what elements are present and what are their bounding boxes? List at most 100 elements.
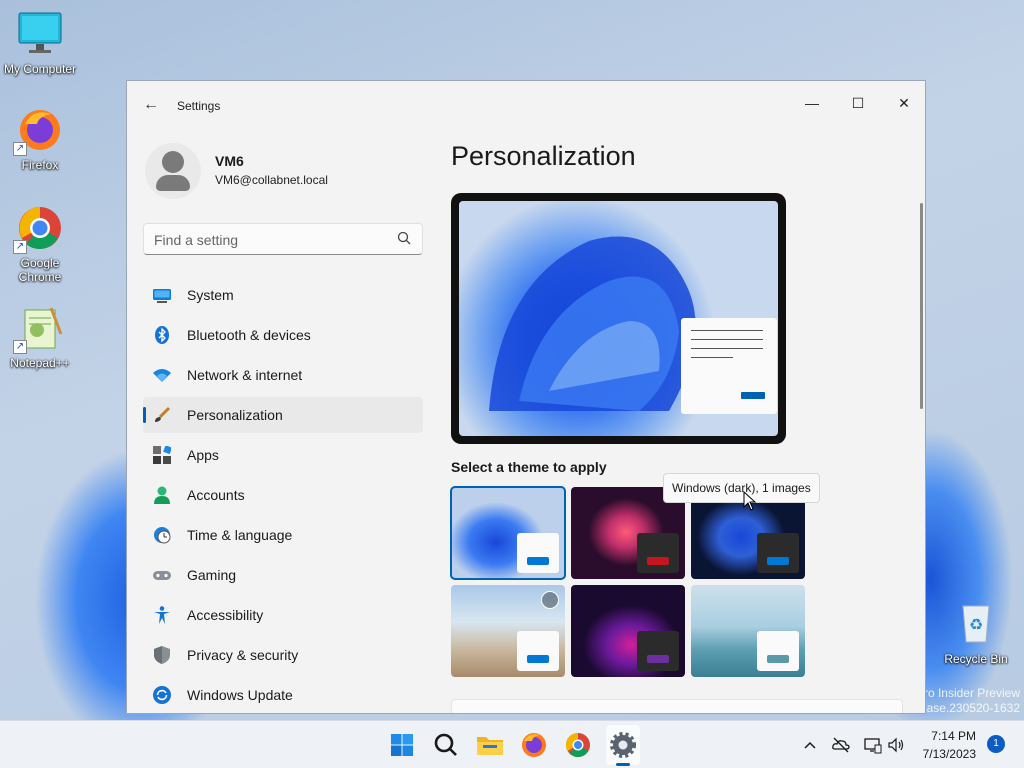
back-arrow-icon[interactable]: ← (141, 95, 161, 115)
theme-mini-window (517, 533, 559, 573)
preview-text-line (691, 348, 763, 349)
sidebar-item-label: Bluetooth & devices (187, 327, 311, 343)
slideshow-icon (541, 591, 559, 609)
clock-time[interactable]: 7:14 PM (931, 729, 976, 743)
brush-icon (155, 406, 171, 422)
theme-accent-swatch (527, 655, 549, 663)
search-icon[interactable] (396, 230, 412, 246)
close-button[interactable]: ✕ (881, 87, 925, 119)
notepadpp-icon: ↗ (13, 304, 65, 354)
theme-captured-motion[interactable] (451, 585, 565, 677)
desktop-icon-label: My Computer (3, 62, 77, 76)
sidebar-item-label: Apps (187, 447, 219, 463)
firefox-icon[interactable] (518, 729, 550, 761)
settings-card[interactable] (451, 699, 903, 713)
theme-tooltip: Windows (dark), 1 images (663, 473, 820, 503)
show-hidden-icons-icon[interactable] (800, 735, 820, 755)
profile-email: VM6@collabnet.local (215, 173, 328, 187)
preview-text-line (691, 357, 733, 358)
os-watermark-line-2: ease.230520-1632 (919, 701, 1020, 715)
sidebar-item-system[interactable]: System (143, 277, 423, 313)
globe-clock-icon (154, 527, 171, 544)
themes-grid (450, 486, 811, 683)
shortcut-arrow-icon: ↗ (13, 240, 27, 254)
desktop-icon-notepadpp[interactable]: ↗ Notepad++ (0, 304, 80, 370)
sidebar-item-privacy[interactable]: Privacy & security (143, 637, 423, 673)
desktop-icon-label: Google Chrome (18, 256, 62, 284)
sidebar-item-network[interactable]: Network & internet (143, 357, 423, 393)
mouse-cursor-icon (743, 491, 757, 511)
theme-accent-swatch (767, 557, 789, 565)
theme-mini-window (637, 631, 679, 671)
sidebar-item-time-language[interactable]: Time & language (143, 517, 423, 553)
search-box[interactable] (143, 223, 423, 255)
clock-date[interactable]: 7/13/2023 (923, 747, 976, 761)
notification-badge[interactable]: 1 (987, 735, 1005, 753)
os-watermark-line-1: ro Insider Preview (923, 686, 1020, 700)
file-explorer-icon[interactable] (474, 729, 506, 761)
sidebar-item-label: System (187, 287, 234, 303)
bluetooth-icon (155, 326, 169, 344)
svg-text:♻: ♻ (969, 617, 983, 634)
search-input[interactable] (154, 230, 384, 250)
themes-heading: Select a theme to apply (451, 459, 607, 475)
avatar-body (156, 175, 190, 191)
computer-icon (15, 10, 65, 58)
minimize-button[interactable]: — (789, 87, 835, 119)
sidebar-item-accounts[interactable]: Accounts (143, 477, 423, 513)
theme-accent-swatch (647, 655, 669, 663)
gamepad-icon (153, 571, 171, 580)
start-icon[interactable] (386, 729, 418, 761)
theme-accent-swatch (767, 655, 789, 663)
desktop-icon-label: Notepad++ (10, 356, 70, 370)
desktop-icon-my-computer[interactable]: My Computer (0, 10, 80, 76)
shortcut-arrow-icon: ↗ (13, 340, 27, 354)
preview-button (741, 392, 765, 399)
page-title: Personalization (451, 141, 636, 171)
sidebar-item-personalization[interactable]: Personalization (143, 397, 423, 433)
desktop-icon-recycle-bin[interactable]: ♻ Recycle Bin (936, 600, 1016, 666)
theme-mini-window (517, 631, 559, 671)
shield-icon (154, 646, 170, 664)
sidebar-item-label: Privacy & security (187, 647, 299, 663)
maximize-button[interactable]: ☐ (835, 87, 881, 119)
firefox-icon: ↗ (13, 106, 65, 156)
shortcut-arrow-icon: ↗ (13, 142, 27, 156)
sidebar-item-label: Time & language (187, 527, 293, 543)
settings-window: ← Settings — ☐ ✕ VM6 VM6@collabnet.local… (126, 80, 926, 714)
preview-wallpaper (459, 201, 778, 436)
desktop-icon-chrome[interactable]: ↗ Google Chrome (0, 204, 80, 284)
sidebar-item-label: Accessibility (187, 607, 264, 623)
avatar-head (162, 151, 184, 173)
theme-mini-window (757, 533, 799, 573)
sidebar-item-label: Accounts (187, 487, 245, 503)
theme-mini-window (757, 631, 799, 671)
theme-windows-light[interactable] (450, 486, 566, 580)
sidebar-item-gaming[interactable]: Gaming (143, 557, 423, 593)
avatar[interactable] (145, 143, 201, 199)
chrome-icon[interactable] (562, 729, 594, 761)
theme-flow[interactable] (571, 585, 685, 677)
preview-text-line (691, 339, 763, 340)
app-title: Settings (177, 99, 221, 113)
sidebar-item-bluetooth[interactable]: Bluetooth & devices (143, 317, 423, 353)
sidebar-item-windows-update[interactable]: Windows Update (143, 677, 423, 713)
network-icon[interactable] (863, 735, 883, 755)
apps-grid-icon (153, 446, 171, 464)
theme-sunrise[interactable] (691, 585, 805, 677)
active-app-indicator (616, 763, 630, 766)
taskbar: 7:14 PM 7/13/2023 1 (0, 720, 1024, 768)
title-bar[interactable]: ← Settings — ☐ ✕ (127, 81, 925, 129)
preview-text-line (691, 330, 763, 331)
sidebar-item-label: Gaming (187, 567, 237, 583)
sidebar-item-apps[interactable]: Apps (143, 437, 423, 473)
desktop-icon-firefox[interactable]: ↗ Firefox (0, 106, 80, 172)
desktop-icon-label: Firefox (21, 158, 59, 172)
onedrive-icon[interactable] (831, 735, 851, 755)
volume-icon[interactable] (886, 735, 906, 755)
settings-icon[interactable] (607, 729, 639, 761)
sidebar-item-accessibility[interactable]: Accessibility (143, 597, 423, 633)
scrollbar[interactable] (920, 203, 923, 409)
search-icon[interactable] (430, 729, 462, 761)
theme-preview (451, 193, 786, 444)
